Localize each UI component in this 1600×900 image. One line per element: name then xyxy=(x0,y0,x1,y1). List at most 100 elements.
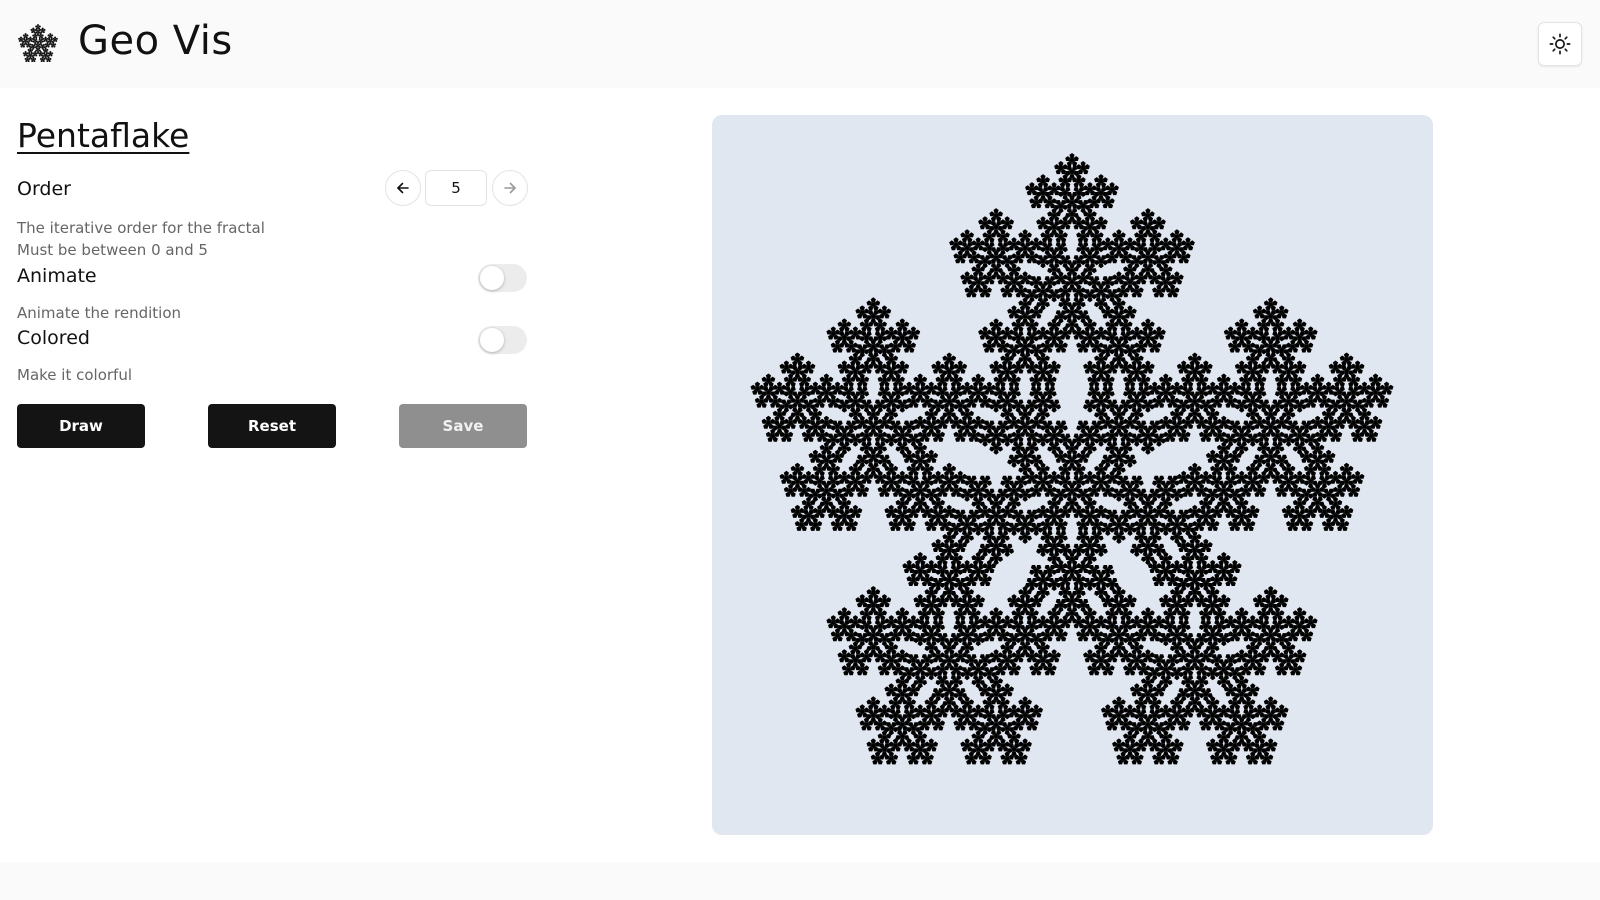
pentagon-cell xyxy=(989,446,995,452)
pentagon-cell xyxy=(1174,576,1180,582)
pentagon-cell xyxy=(1185,514,1191,520)
pentagon-cell xyxy=(1210,465,1216,471)
pentagon-cell xyxy=(1040,552,1046,557)
pentagon-cell xyxy=(1214,646,1220,652)
pentagon-cell xyxy=(1261,665,1267,671)
pentagon-cell xyxy=(1261,349,1267,355)
pentagon-cell xyxy=(975,530,981,536)
pentagon-cell xyxy=(1105,446,1111,452)
pentagon-cell xyxy=(1243,404,1249,410)
pentagon-cell xyxy=(1091,556,1097,562)
pentagon-cell xyxy=(1372,415,1379,421)
pentagon-cell xyxy=(1279,321,1285,327)
pentagon-cell xyxy=(1243,678,1249,684)
animate-label: Animate xyxy=(17,265,97,287)
pentagon-cell xyxy=(1232,686,1238,692)
pentagon-cell xyxy=(1040,216,1046,222)
pentagon-cell xyxy=(1350,473,1356,479)
pentagon-cell xyxy=(1205,384,1212,390)
pentagon-cell xyxy=(1274,707,1281,713)
pentagon-cell xyxy=(975,514,981,520)
pentagon-cell xyxy=(1015,418,1021,424)
pentagon-cell xyxy=(1004,425,1010,431)
pentagon-cell xyxy=(1181,240,1187,246)
pentagon-cell xyxy=(1283,308,1289,314)
pentagon-cell xyxy=(1029,418,1035,424)
pentagon-cell xyxy=(1145,449,1151,455)
pentagon-cell xyxy=(1225,597,1231,603)
order-input[interactable] xyxy=(425,170,487,206)
pentagon-cell xyxy=(1033,473,1039,479)
pentagon-cell xyxy=(1312,329,1318,335)
draw-button[interactable]: Draw xyxy=(17,404,145,448)
pentagon-cell xyxy=(1321,410,1327,416)
order-description: The iterative order for the fractal xyxy=(17,219,265,237)
pentagon-cell xyxy=(1196,534,1202,539)
pentagon-cell xyxy=(1055,583,1061,588)
pentagon-cell xyxy=(1123,376,1129,382)
pentagon-cell xyxy=(1279,473,1285,479)
pentagon-cell xyxy=(32,40,35,43)
pentagon-cell xyxy=(1274,665,1281,671)
pentagon-cell xyxy=(1163,641,1169,647)
pentagon-cell xyxy=(1243,363,1249,369)
pentagon-cell xyxy=(1250,425,1256,431)
pentagon-cell xyxy=(1000,438,1006,444)
pentagon-cell xyxy=(1170,672,1176,678)
toggle-knob xyxy=(480,328,504,352)
pentagon-cell xyxy=(1116,496,1122,502)
pentagon-cell xyxy=(1207,363,1213,369)
pentagon-cell xyxy=(1167,266,1173,272)
pentagon-cell xyxy=(1004,535,1010,541)
pentagon-cell xyxy=(1261,459,1267,465)
pentagon-cell xyxy=(986,548,992,554)
pentagon-cell xyxy=(1326,397,1332,403)
pentagon-cell xyxy=(1123,459,1129,465)
pentagon-cell xyxy=(41,40,44,43)
pentagon-cell xyxy=(1094,302,1100,308)
pentagon-cell xyxy=(1228,741,1234,747)
pentagon-cell xyxy=(1015,308,1021,314)
colored-toggle[interactable] xyxy=(478,326,527,354)
pentagon-cell xyxy=(1008,219,1014,225)
pentagon-cell xyxy=(1245,618,1252,624)
pentagon-cell xyxy=(1040,263,1046,269)
fractal-canvas[interactable] xyxy=(712,115,1433,835)
pentagon-cell xyxy=(1076,205,1082,210)
pentagon-cell xyxy=(1234,473,1241,479)
pentagon-cell xyxy=(1033,514,1039,520)
pentagon-cell xyxy=(1228,521,1234,526)
pentagon-cell xyxy=(1236,563,1242,568)
pentagon-cell xyxy=(1210,576,1216,582)
pentagon-cell xyxy=(1232,381,1238,387)
pentagon-cell xyxy=(1101,240,1107,246)
pentagon-cell xyxy=(1301,652,1307,658)
pentagon-cell xyxy=(1263,699,1270,705)
pentagon-cell xyxy=(1123,308,1129,314)
page-title[interactable]: Pentaflake xyxy=(17,116,189,155)
pentagon-cell xyxy=(1205,741,1212,747)
pentagon-cell xyxy=(1156,274,1162,280)
pentagon-cell xyxy=(1156,247,1162,253)
pentagon-cell xyxy=(1062,315,1068,321)
theme-toggle-button[interactable] xyxy=(1538,22,1582,66)
pentagon-cell xyxy=(1141,556,1147,562)
pentagon-cell xyxy=(1261,486,1267,492)
pentagon-cell xyxy=(1105,253,1111,259)
pentagon-cell xyxy=(1080,507,1086,513)
pentagon-cell xyxy=(1109,569,1115,575)
reset-button[interactable]: Reset xyxy=(208,404,336,448)
pentagon-cell xyxy=(1239,607,1245,613)
pentagon-cell xyxy=(1279,336,1285,342)
snowflake-fractal-icon[interactable] xyxy=(16,22,60,66)
order-decrement-button[interactable] xyxy=(385,170,421,206)
pentagon-cell xyxy=(1337,363,1343,369)
pentagon-cell xyxy=(1018,300,1024,306)
toggle-knob xyxy=(480,266,504,290)
pentagon-cell xyxy=(1036,177,1042,183)
pentagon-cell xyxy=(1232,560,1238,565)
pentagon-cell xyxy=(1051,297,1057,303)
order-increment-button[interactable] xyxy=(492,170,528,206)
save-button[interactable]: Save xyxy=(399,404,527,448)
animate-toggle[interactable] xyxy=(478,264,527,292)
